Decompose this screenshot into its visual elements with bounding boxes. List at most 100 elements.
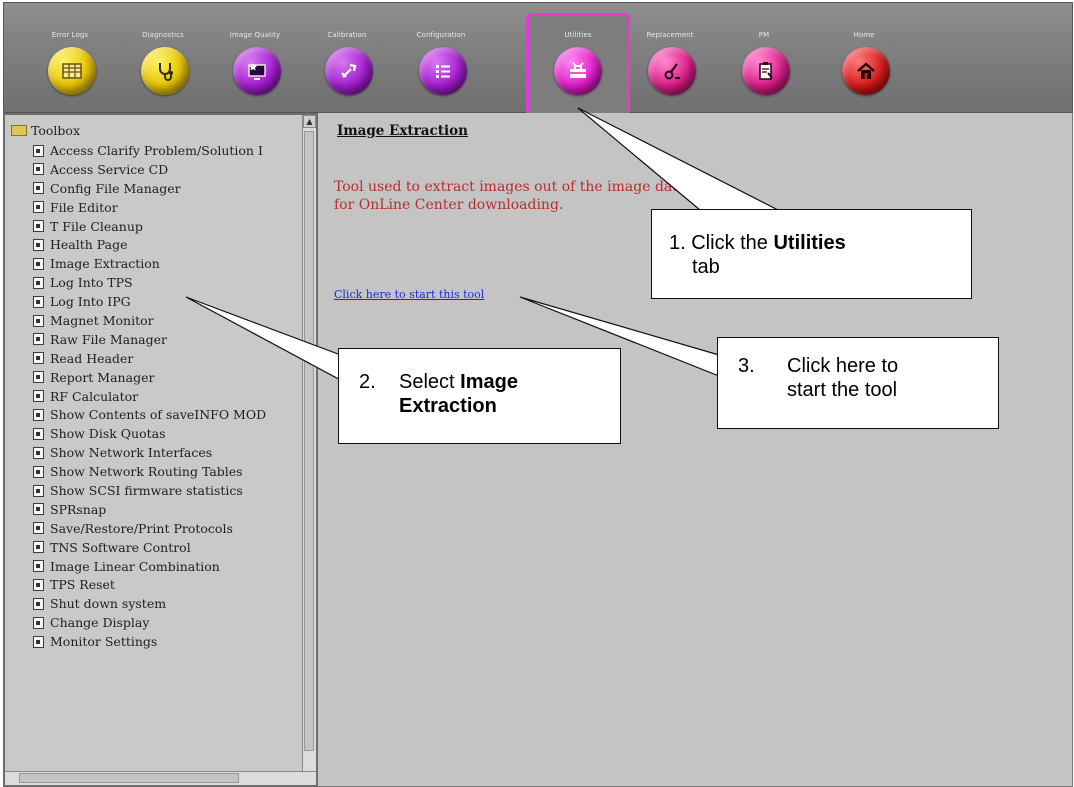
vertical-scrollbar[interactable]: ▲ [302, 115, 316, 772]
tree-viewport: Toolbox Access Clarify Problem/Solution … [5, 115, 303, 770]
tool-doc-icon [33, 371, 44, 384]
tree-item[interactable]: T File Cleanup [33, 218, 266, 237]
tool-doc-icon [33, 503, 44, 516]
tab-label: Utilities [564, 31, 592, 39]
tool-doc-icon [33, 465, 44, 478]
tree-item-label: Access Clarify Problem/Solution I [50, 143, 263, 158]
tree-item[interactable]: Show Disk Quotas [33, 425, 266, 444]
tool-doc-icon [33, 220, 44, 233]
tree-item[interactable]: Health Page [33, 236, 266, 255]
tree-item-label: SPRsnap [50, 501, 107, 517]
tree-item-label: Magnet Monitor [50, 313, 154, 329]
tree-root-toolbox[interactable]: Toolbox [11, 123, 80, 138]
tool-doc-icon [33, 182, 44, 195]
horizontal-scroll-thumb[interactable] [19, 773, 239, 783]
tool-doc-icon [33, 597, 44, 610]
tool-doc-icon [33, 427, 44, 440]
scroll-up-arrow-icon[interactable]: ▲ [303, 115, 316, 128]
tree-item[interactable]: Monitor Settings [33, 633, 266, 652]
tool-list: Access Clarify Problem/Solution I Access … [33, 142, 266, 652]
tool-doc-icon [33, 484, 44, 497]
tool-doc-icon [33, 238, 44, 251]
tree-item-label: Show Contents of saveINFO MOD [50, 407, 267, 423]
tab-calibration[interactable]: Calibration [299, 3, 395, 114]
checklist-icon [419, 47, 467, 95]
tree-item[interactable]: Image Extraction [33, 255, 266, 274]
tab-label: Configuration [416, 31, 466, 39]
tree-item[interactable]: Log Into IPG [33, 293, 266, 312]
tree-item[interactable]: Image Linear Combination [33, 558, 266, 577]
tree-item[interactable]: Change Display [33, 614, 266, 633]
tab-diagnostics[interactable]: Diagnostics [115, 3, 211, 114]
tool-doc-icon [33, 560, 44, 573]
tree-item[interactable]: Config File Manager [33, 180, 266, 199]
horizontal-scrollbar[interactable] [5, 771, 316, 785]
tab-pm[interactable]: PM [716, 3, 812, 114]
tree-item[interactable]: Show Contents of saveINFO MOD [33, 406, 266, 425]
tree-item[interactable]: Show SCSI firmware statistics [33, 482, 266, 501]
tab-label: Calibration [327, 31, 367, 39]
callout-text: Select [399, 371, 461, 393]
page-title: Image Extraction [337, 123, 468, 139]
tree-item[interactable]: Show Network Routing Tables [33, 463, 266, 482]
table-icon [48, 47, 96, 95]
tree-item[interactable]: Report Manager [33, 369, 266, 388]
tool-doc-icon [33, 333, 44, 346]
tree-item-label: Show Disk Quotas [50, 426, 166, 442]
callout-bold-text: Extraction [399, 395, 497, 417]
tree-item[interactable]: Magnet Monitor [33, 312, 266, 331]
callout-step-2: 2. Select Image Extraction [338, 348, 621, 444]
tree-item-label: Read Header [50, 350, 134, 366]
tree-item-label: T File Cleanup [50, 218, 143, 234]
tree-item[interactable]: File Editor [33, 199, 266, 218]
callout-text: Click here to [787, 355, 899, 377]
callout-number: 2. [359, 371, 376, 393]
tree-item[interactable]: Read Header [33, 350, 266, 369]
tree-item[interactable]: RF Calculator [33, 388, 266, 407]
tree-item[interactable]: Raw File Manager [33, 331, 266, 350]
tab-home[interactable]: Home [816, 3, 912, 114]
tree-item[interactable]: Access Service CD [33, 161, 266, 180]
tree-item-label: Access Service CD [50, 161, 169, 177]
tab-bar: Error Logs Diagnostics Image Quality Cal… [3, 2, 1073, 114]
tree-item[interactable]: TNS Software Control [33, 539, 266, 558]
tree-item[interactable]: SPRsnap [33, 501, 266, 520]
tab-label: Home [853, 31, 875, 39]
tree-item[interactable]: Log Into TPS [33, 274, 266, 293]
tree-item-label: Log Into TPS [50, 275, 133, 291]
tree-item-label: Show Network Interfaces [50, 445, 213, 461]
tree-item-label: Save/Restore/Print Protocols [50, 520, 233, 536]
tree-item-label: Report Manager [50, 369, 155, 385]
vertical-scroll-thumb[interactable] [304, 131, 314, 751]
tool-doc-icon [33, 635, 44, 648]
tool-doc-icon [33, 314, 44, 327]
tool-doc-icon [33, 541, 44, 554]
monitor-star-icon [233, 47, 281, 95]
tool-doc-icon [33, 352, 44, 365]
wrench-icon [325, 47, 373, 95]
tree-item-label: File Editor [50, 199, 118, 215]
toolbox-icon [554, 47, 602, 95]
tab-replacement[interactable]: Replacement [622, 3, 718, 114]
tree-item-label: TPS Reset [50, 577, 115, 593]
start-tool-link[interactable]: Click here to start this tool [334, 288, 484, 301]
tab-utilities[interactable]: Utilities [526, 13, 630, 114]
tool-doc-icon [33, 446, 44, 459]
tree-item[interactable]: Save/Restore/Print Protocols [33, 520, 266, 539]
tool-doc-icon [33, 257, 44, 270]
tree-item-label: RF Calculator [50, 388, 139, 404]
tree-item[interactable]: Shut down system [33, 595, 266, 614]
tree-item-label: Image Extraction [50, 256, 160, 272]
tool-doc-icon [33, 390, 44, 403]
tree-item-label: Raw File Manager [50, 331, 167, 347]
home-icon [842, 47, 890, 95]
tool-doc-icon [33, 295, 44, 308]
tree-item[interactable]: TPS Reset [33, 576, 266, 595]
tab-configuration[interactable]: Configuration [393, 3, 489, 114]
tab-image-quality[interactable]: Image Quality [207, 3, 303, 114]
tree-item[interactable]: Access Clarify Problem/Solution I [33, 142, 266, 161]
tab-error-logs[interactable]: Error Logs [22, 3, 118, 114]
tree-item[interactable]: Show Network Interfaces [33, 444, 266, 463]
callout-bold-text: Image [460, 371, 518, 393]
tool-swap-icon [648, 47, 696, 95]
